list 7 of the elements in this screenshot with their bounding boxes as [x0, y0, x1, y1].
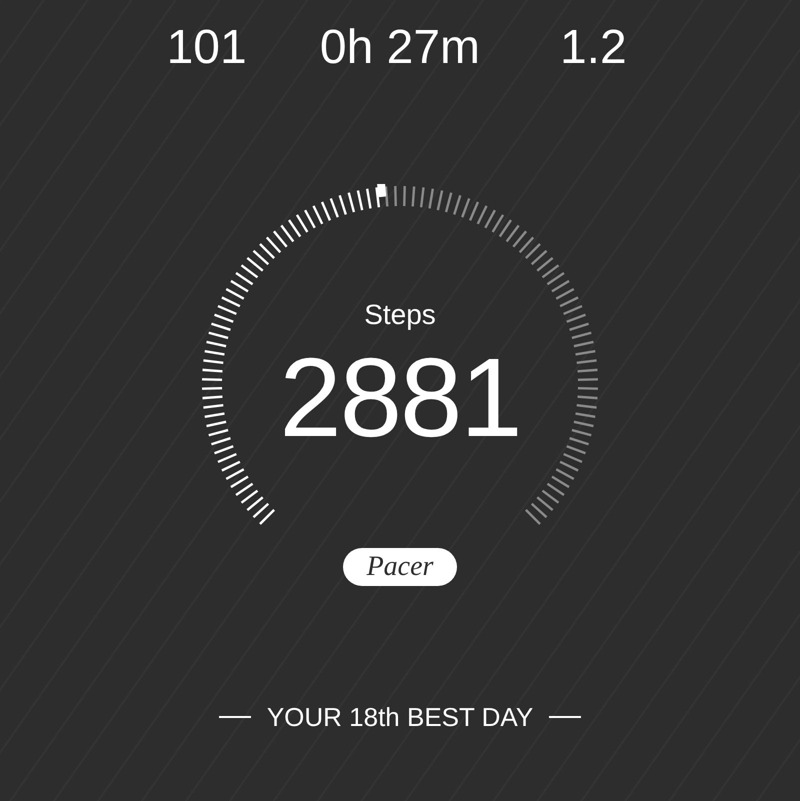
steps-label: Steps [364, 298, 436, 332]
stat-value: 0h 27m [318, 20, 482, 76]
best-day-text: YOUR 18th BEST DAY [266, 702, 534, 732]
steps-count: 2881 [279, 338, 521, 458]
stat-value: 101 [166, 20, 248, 76]
logo: Pacer [342, 548, 458, 586]
stat-value: 1.2 [558, 20, 628, 76]
